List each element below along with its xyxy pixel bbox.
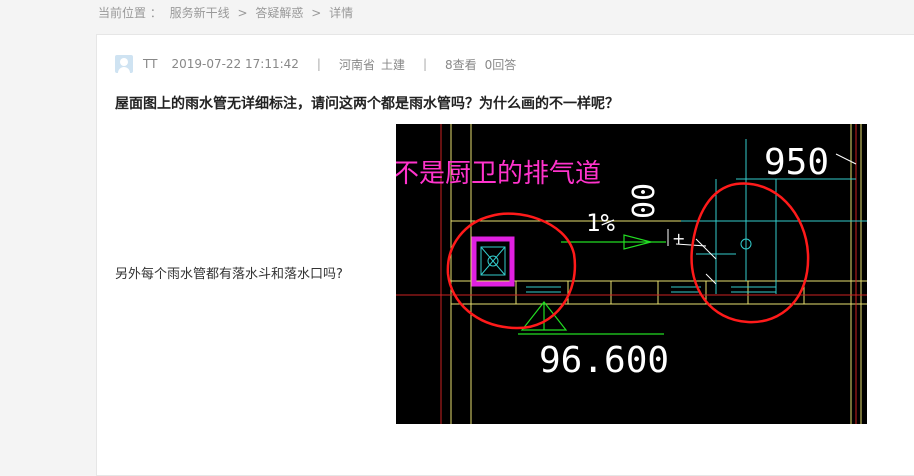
breadcrumb-link-service[interactable]: 服务新干线 xyxy=(170,6,230,20)
pipe-cross-mark: + xyxy=(672,229,685,248)
slope-arrow xyxy=(518,234,666,335)
highlight-circle-right xyxy=(690,182,810,324)
post-province: 河南省 xyxy=(338,57,375,72)
post-discipline: 土建 xyxy=(380,57,405,72)
post-meta: TT 2019-07-22 17:11:42 | 河南省 土建 | 8查看 0回… xyxy=(115,53,516,75)
meta-divider: | xyxy=(316,57,321,71)
question-card: TT 2019-07-22 17:11:42 | 河南省 土建 | 8查看 0回… xyxy=(96,34,914,476)
cad-drawing-image[interactable]: 这个是不是厨卫的排气道 1% 950 96.600 00 + xyxy=(396,124,867,424)
duct-symbol[interactable] xyxy=(471,236,515,287)
answer-count: 0回答 xyxy=(484,57,517,72)
breadcrumb-separator: > xyxy=(237,6,248,20)
avatar[interactable] xyxy=(115,55,133,73)
author-name[interactable]: TT xyxy=(143,57,157,71)
breadcrumb-separator: > xyxy=(311,6,322,20)
breadcrumb-link-qa[interactable]: 答疑解惑 xyxy=(255,6,303,20)
meta-divider: | xyxy=(422,57,428,71)
elevation-label: 96.600 xyxy=(539,340,669,381)
post-datetime: 2019-07-22 17:11:42 xyxy=(171,57,299,71)
dimension-vertical: 00 xyxy=(627,183,662,219)
breadcrumb: 当前位置 ： 服务新干线 > 答疑解惑 > 详情 xyxy=(98,4,357,21)
question-title: 屋面图上的雨水管无详细标注，请问这两个都是雨水管吗？为什么画的不一样呢？ xyxy=(115,96,619,112)
breadcrumb-label: 当前位置 ： xyxy=(98,6,162,20)
breadcrumb-current: 详情 xyxy=(329,6,354,20)
cad-drawing: 这个是不是厨卫的排气道 1% 950 96.600 00 + xyxy=(396,124,867,424)
annotation-text: 这个是不是厨卫的排气道 xyxy=(396,159,601,189)
slope-label: 1% xyxy=(586,209,615,237)
question-body: 另外每个雨水管都有落水斗和落水口吗? xyxy=(115,267,343,282)
dimension-950: 950 xyxy=(764,142,829,183)
view-count: 8查看 xyxy=(445,57,477,72)
